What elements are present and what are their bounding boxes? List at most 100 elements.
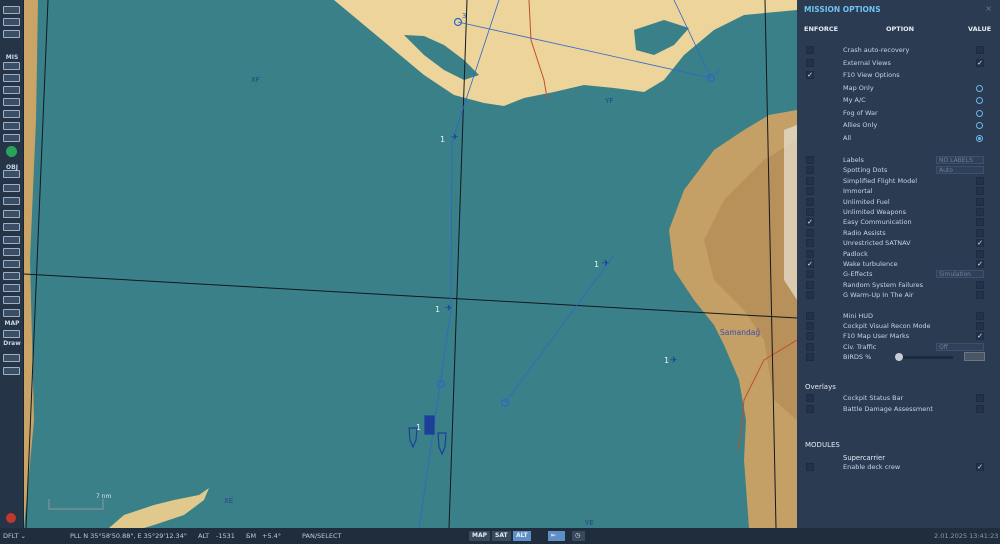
option-row: Cockpit Status Bar <box>797 394 1000 404</box>
overlays-heading: Overlays <box>805 383 836 391</box>
value-radio[interactable] <box>976 109 983 117</box>
enforce-checkbox[interactable]: ✓ <box>806 260 814 268</box>
record-icon[interactable] <box>6 513 16 523</box>
value-select[interactable]: Auto <box>936 166 984 175</box>
enforce-checkbox[interactable] <box>806 197 814 206</box>
svg-text:✈: ✈ <box>445 304 453 314</box>
enforce-checkbox[interactable] <box>806 58 814 67</box>
option-row: Radio Assists <box>797 228 1000 239</box>
value-checkbox[interactable] <box>976 291 984 300</box>
enforce-checkbox[interactable] <box>806 353 814 362</box>
enforce-checkbox[interactable] <box>806 322 814 330</box>
enforce-checkbox[interactable] <box>806 291 814 300</box>
toolbar-tool-icon[interactable] <box>3 134 20 142</box>
map-view[interactable]: ✈ ✈ ✈ ✈ XF YF XE YE Samandağ 1 1 1 1 1 2… <box>24 0 797 528</box>
enforce-checkbox[interactable] <box>806 239 814 248</box>
value-checkbox[interactable] <box>976 228 984 237</box>
toolbar-tool-icon[interactable] <box>3 98 20 106</box>
enforce-checkbox[interactable] <box>806 280 814 289</box>
enforce-checkbox[interactable]: ✓ <box>806 71 814 79</box>
value-checkbox[interactable]: ✓ <box>976 58 984 67</box>
alt-button[interactable]: ALT <box>513 531 531 541</box>
value-select[interactable]: NO LABELS <box>936 156 984 164</box>
enforce-checkbox[interactable]: ✓ <box>806 218 814 227</box>
enforce-checkbox[interactable] <box>806 404 814 413</box>
slider-knob[interactable] <box>895 353 903 362</box>
enforce-checkbox[interactable] <box>806 249 814 258</box>
value-checkbox[interactable] <box>976 176 984 185</box>
clock-icon[interactable]: ◷ <box>572 531 585 541</box>
value-checkbox[interactable] <box>976 280 984 289</box>
enforce-checkbox[interactable] <box>806 46 814 54</box>
value-radio[interactable] <box>976 84 983 92</box>
panel-title: MISSION OPTIONS <box>804 5 881 14</box>
toolbar-tool-icon[interactable] <box>3 210 20 218</box>
value-checkbox[interactable]: ✓ <box>976 463 984 471</box>
toolbar-tool-icon[interactable] <box>3 330 20 338</box>
value-select[interactable]: Simulation <box>936 270 984 279</box>
enforce-checkbox[interactable] <box>806 342 814 351</box>
option-label: Battle Damage Assessment <box>843 404 933 413</box>
objective-icon[interactable] <box>6 146 17 157</box>
enforce-checkbox[interactable] <box>806 228 814 237</box>
value-checkbox[interactable]: ✓ <box>976 260 984 268</box>
enforce-checkbox[interactable] <box>806 176 814 185</box>
enforce-checkbox[interactable] <box>806 270 814 279</box>
toolbar-tool-icon[interactable] <box>3 284 20 292</box>
toolbar-tool-icon[interactable] <box>3 236 20 244</box>
toolbar-tool-icon[interactable] <box>3 272 20 280</box>
toolbar-tool-icon[interactable] <box>3 248 20 256</box>
toolbar-tool-icon[interactable] <box>3 197 20 205</box>
value-checkbox[interactable] <box>976 187 984 196</box>
value-checkbox[interactable] <box>976 394 984 402</box>
toolbar-tool-icon[interactable] <box>3 296 20 304</box>
enforce-checkbox[interactable] <box>806 156 814 164</box>
toolbar-tool-icon[interactable] <box>3 354 20 362</box>
value-checkbox[interactable] <box>976 197 984 206</box>
enforce-checkbox[interactable] <box>806 394 814 402</box>
toolbar-tool-icon[interactable] <box>3 260 20 268</box>
toolbar-tool-icon[interactable] <box>3 18 20 26</box>
toolbar-tool-icon[interactable] <box>3 30 20 38</box>
value-checkbox[interactable] <box>976 404 984 413</box>
toolbar-tool-icon[interactable] <box>3 309 20 317</box>
value-checkbox[interactable] <box>976 46 984 54</box>
map-button[interactable]: MAP <box>469 531 491 541</box>
toolbar-tool-icon[interactable] <box>3 223 20 231</box>
toolbar-tool-icon[interactable] <box>3 110 20 118</box>
toolbar-tool-icon[interactable] <box>3 122 20 130</box>
birds-slider[interactable] <box>895 356 953 360</box>
enforce-checkbox[interactable] <box>806 332 814 341</box>
value-radio[interactable] <box>976 134 983 142</box>
toolbar-tool-icon[interactable] <box>3 74 20 82</box>
value-checkbox[interactable] <box>976 311 984 320</box>
sat-button[interactable]: SAT <box>492 531 511 541</box>
option-row: Unlimited Fuel <box>797 197 1000 208</box>
value-radio[interactable] <box>976 97 983 104</box>
value-checkbox[interactable] <box>976 322 984 330</box>
close-icon[interactable]: × <box>985 4 992 13</box>
toolbar-tool-icon[interactable] <box>3 6 20 14</box>
value-checkbox[interactable]: ✓ <box>976 239 984 248</box>
value-checkbox[interactable]: ✓ <box>976 332 984 341</box>
enforce-checkbox[interactable] <box>806 166 814 175</box>
profile-select[interactable]: DFLT ⌄ <box>3 532 26 540</box>
option-label: BIRDS % <box>843 353 872 362</box>
enforce-checkbox[interactable] <box>806 463 814 471</box>
value-checkbox[interactable] <box>976 249 984 258</box>
toolbar-tool-icon[interactable] <box>3 184 20 192</box>
value-select[interactable]: Off <box>936 342 984 351</box>
toolbar-tool-icon[interactable] <box>3 62 20 70</box>
toolbar-tool-icon[interactable] <box>3 86 20 94</box>
birds-value-field[interactable] <box>964 352 985 362</box>
value-checkbox[interactable] <box>976 208 984 216</box>
enforce-checkbox[interactable] <box>806 311 814 320</box>
value-checkbox[interactable] <box>976 218 984 227</box>
toolbar-tool-icon[interactable] <box>3 170 20 178</box>
toolbar-tool-icon[interactable] <box>3 367 20 375</box>
value-radio[interactable] <box>976 122 983 129</box>
ruler-icon[interactable]: ⇤ <box>548 531 565 541</box>
enforce-checkbox[interactable] <box>806 187 814 196</box>
enforce-checkbox[interactable] <box>806 208 814 216</box>
option-label: G Warm-Up In The Air <box>843 291 914 300</box>
